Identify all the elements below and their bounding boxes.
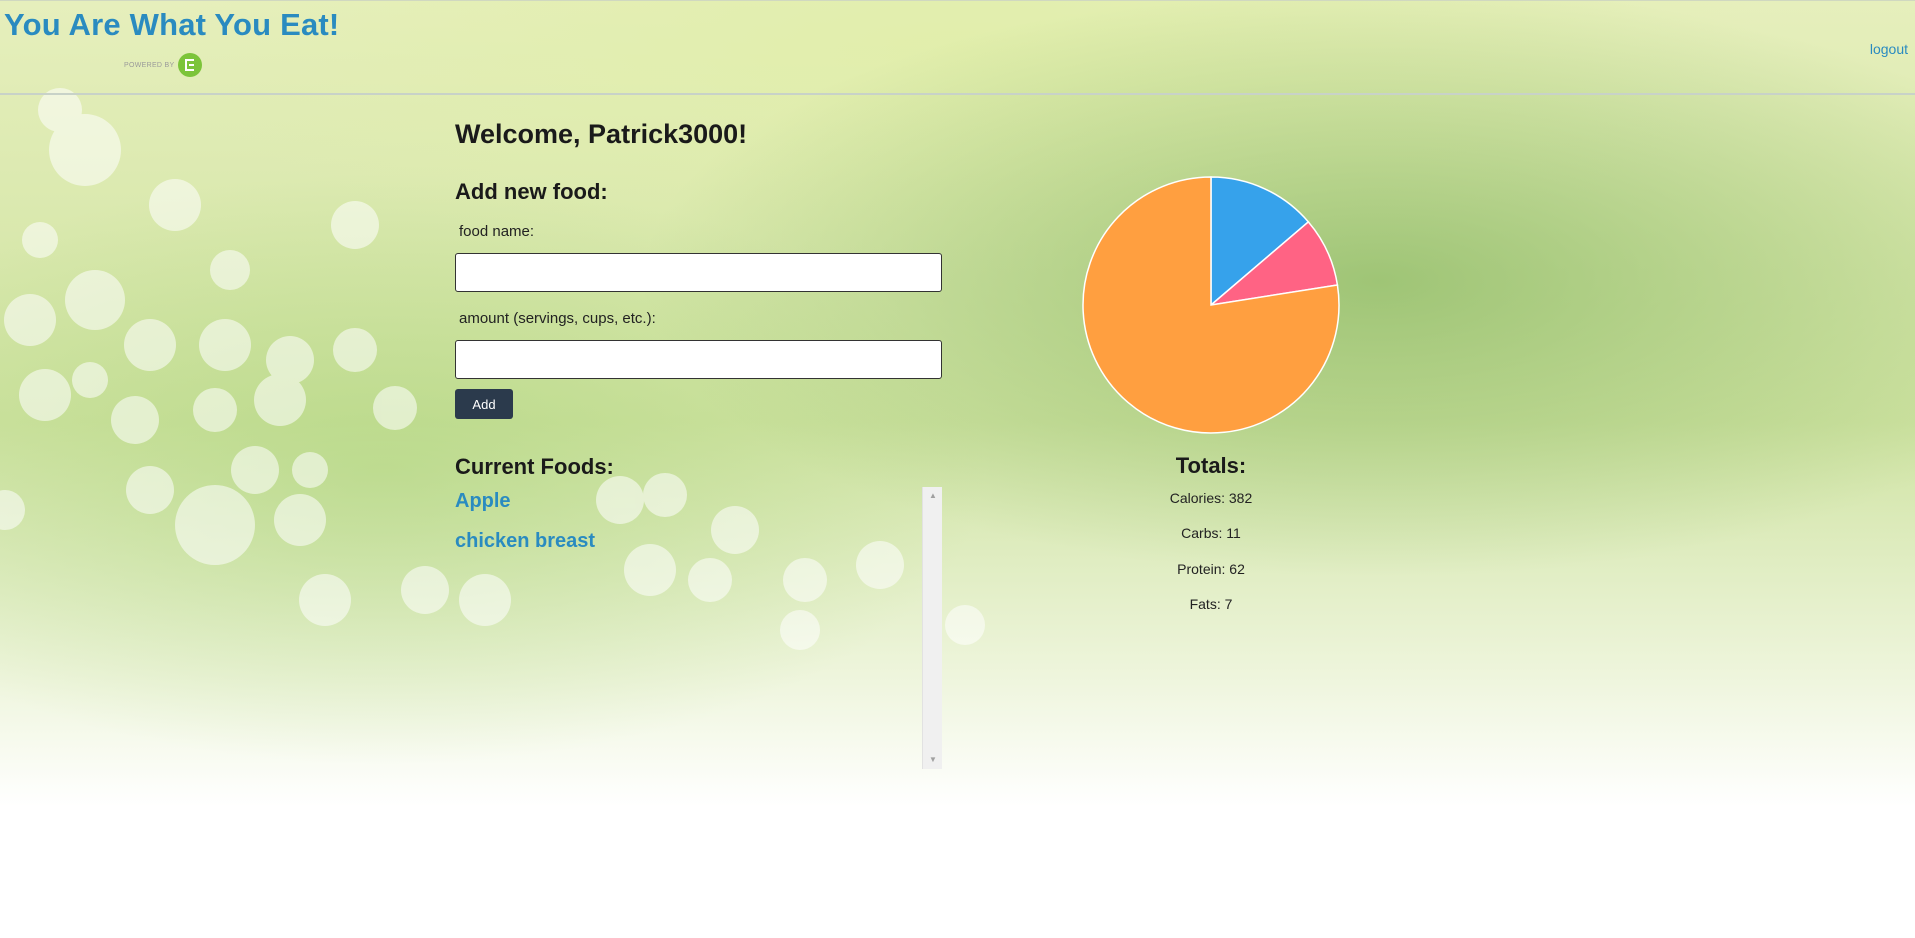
scroll-up-arrow-icon[interactable]: ▲ [923,487,943,505]
macros-pie-chart [1082,176,1340,434]
powered-by-logo-icon [178,53,203,77]
powered-by-text: POWERED BY [124,61,175,69]
total-fats: Fats: 7 [1189,596,1233,612]
total-protein: Protein: 62 [1177,561,1245,577]
food-item-apple[interactable]: Apple [455,488,920,528]
total-carbs: Carbs: 11 [1181,525,1241,541]
foods-list-scrollbar[interactable]: ▲ ▼ [922,487,942,769]
current-foods-heading: Current Foods: [455,454,614,479]
bokeh-background [0,88,985,650]
amount-input[interactable] [455,340,942,379]
site-title[interactable]: You Are What You Eat! [4,7,339,43]
add-food-button[interactable]: Add [455,389,513,419]
logout-link[interactable]: logout [1870,41,1908,57]
add-food-heading: Add new food: [455,179,608,204]
totals-heading: Totals: [1175,453,1247,478]
current-foods-list: Apple chicken breast [455,488,920,768]
amount-label: amount (servings, cups, etc.): [459,310,656,327]
food-item-chicken-breast[interactable]: chicken breast [455,528,920,568]
top-navbar: You Are What You Eat! POWERED BY logout [0,0,1915,95]
powered-by-badge: POWERED BY [124,53,203,77]
food-name-label: food name: [459,223,535,240]
welcome-heading: Welcome, Patrick3000! [455,119,748,149]
scroll-down-arrow-icon[interactable]: ▼ [923,751,943,769]
food-name-input[interactable] [455,253,942,292]
total-calories: Calories: 382 [1169,490,1253,506]
